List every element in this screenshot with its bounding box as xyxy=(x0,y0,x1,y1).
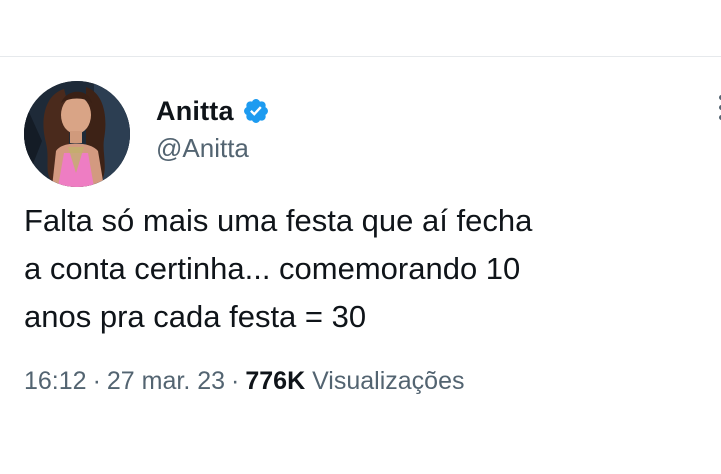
views-count[interactable]: 776K xyxy=(245,367,305,395)
views-label: Visualizações xyxy=(312,367,465,395)
verified-badge-icon[interactable] xyxy=(242,97,270,125)
handle[interactable]: @Anitta xyxy=(156,133,270,164)
separator: · xyxy=(231,367,240,395)
tweet[interactable]: Anitta @Anitta Falta só mais uma festa q… xyxy=(0,57,721,474)
more-options-icon[interactable] xyxy=(707,95,721,123)
tweet-header: Anitta @Anitta xyxy=(156,91,270,164)
separator: · xyxy=(92,367,101,395)
avatar-image xyxy=(24,81,130,187)
avatar[interactable] xyxy=(24,81,130,187)
tweet-text: Falta só mais uma festa que aí fecha a c… xyxy=(24,203,533,334)
timestamp-time[interactable]: 16:12 xyxy=(24,367,87,395)
timestamp-date[interactable]: 27 mar. 23 xyxy=(107,367,225,395)
name-row: Anitta xyxy=(156,91,270,131)
display-name[interactable]: Anitta xyxy=(156,96,234,127)
tweet-meta: 16:12 · 27 mar. 23 · 776K Visualizações xyxy=(24,367,464,396)
